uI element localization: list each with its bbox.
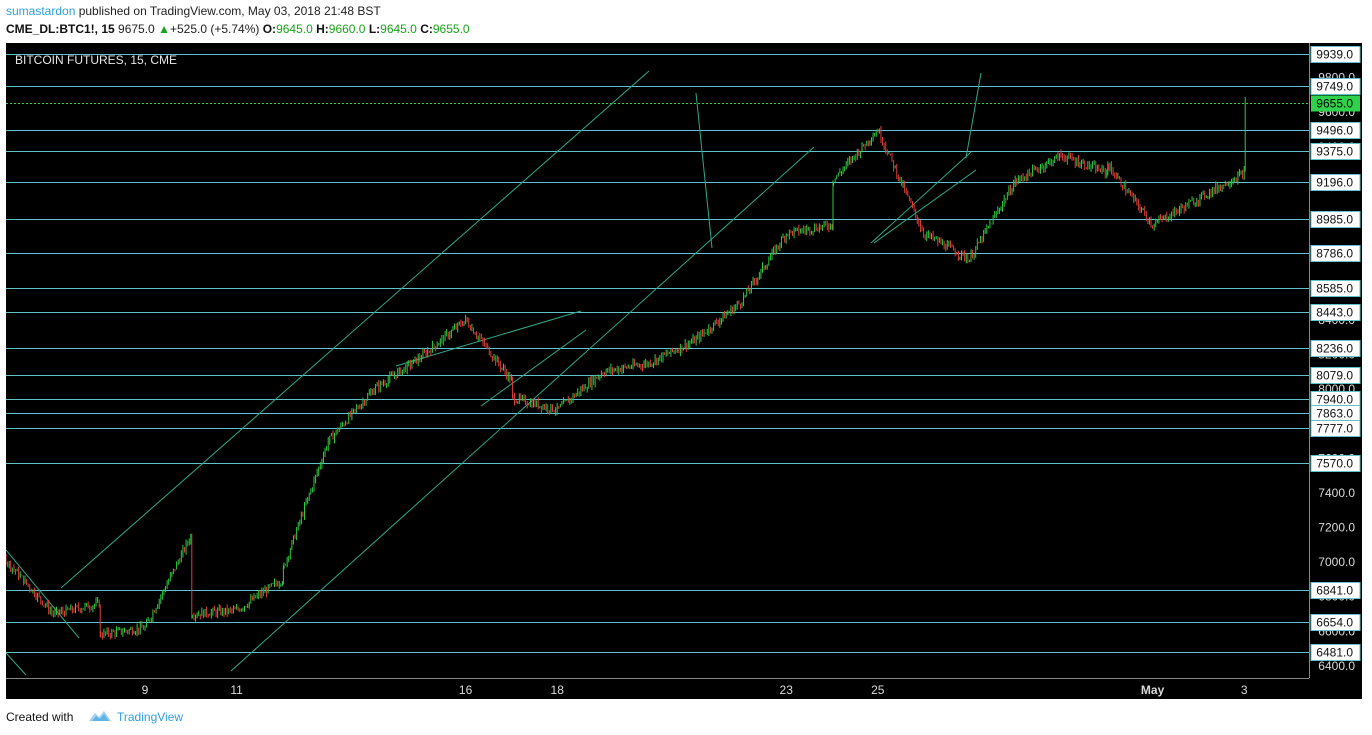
published-text: published on TradingView.com, May 03, 20… [75,4,381,18]
level-label: 8079.0 [1316,369,1353,383]
footer: Created with TradingView [0,699,1372,735]
trend-line [873,169,977,244]
trend-line [695,92,713,249]
high-label: H: [316,22,329,36]
publish-line: sumastardon published on TradingView.com… [6,4,381,18]
trend-line [60,70,650,589]
y-tick-label: 7400.0 [1318,486,1355,500]
x-tick-label: 11 [230,683,243,697]
level-label: 9375.0 [1316,145,1353,159]
level-label: 8236.0 [1316,342,1353,356]
tradingview-link[interactable]: TradingView [117,710,183,724]
chart-title: BITCOIN FUTURES, 15, CME [15,53,177,67]
low-value: 9645.0 [380,22,417,36]
author-link[interactable]: sumastardon [6,4,75,18]
price-change: +525.0 (+5.74%) [169,22,260,36]
chart-area[interactable]: 6400.06600.06800.07000.07200.07400.07600… [0,43,1362,699]
level-label: 8585.0 [1316,282,1353,296]
level-label: 9749.0 [1316,80,1353,94]
x-tick-label: 3 [1241,683,1248,697]
level-label: 8443.0 [1316,306,1353,320]
trend-line [480,329,587,407]
level-label: 8786.0 [1316,247,1353,261]
x-tick-label: 9 [142,683,149,697]
low-label: L: [368,22,381,36]
level-label: 9196.0 [1316,176,1353,190]
close-label: C: [420,22,433,36]
x-tick-label: May [1141,683,1165,697]
y-tick-label: 7200.0 [1318,520,1355,534]
created-with-label: Created with [6,710,74,724]
symbol-line: CME_DL:BTC1!, 15 9675.0 ▲+525.0 (+5.74%)… [6,22,470,36]
up-arrow-icon: ▲ [158,22,170,36]
x-tick-label: 18 [551,683,565,697]
x-tick-label: 23 [780,683,794,697]
last-price: 9675.0 [118,22,155,36]
trend-line [965,72,982,159]
level-label: 9496.0 [1316,124,1353,138]
current-price-label: 9655.0 [1316,97,1353,111]
level-label: 9939.0 [1316,48,1353,62]
level-label: 6841.0 [1316,584,1353,598]
tradingview-logo-icon [89,711,111,721]
level-label: 8985.0 [1316,213,1353,227]
price-chart[interactable]: 6400.06600.06800.07000.07200.07400.07600… [0,43,1362,699]
x-tick-label: 16 [459,683,473,697]
open-value: 9645.0 [276,22,313,36]
level-label: 6481.0 [1316,646,1353,660]
trend-line [870,151,972,244]
trend-line [395,310,582,367]
level-label: 7863.0 [1316,407,1353,421]
y-tick-label: 7000.0 [1318,555,1355,569]
level-label: 6654.0 [1316,616,1353,630]
trend-line [230,146,815,672]
trend-line [5,549,80,639]
close-value: 9655.0 [432,22,470,36]
open-label: O: [262,22,277,36]
trend-line [5,652,27,676]
x-tick-label: 25 [871,683,885,697]
symbol-label: CME_DL:BTC1!, 15 [6,22,115,36]
level-label: 7777.0 [1316,422,1353,436]
high-value: 9660.0 [328,22,366,36]
level-label: 7570.0 [1316,457,1353,471]
header-bar: sumastardon published on TradingView.com… [0,0,1372,43]
level-label: 7940.0 [1316,393,1353,407]
